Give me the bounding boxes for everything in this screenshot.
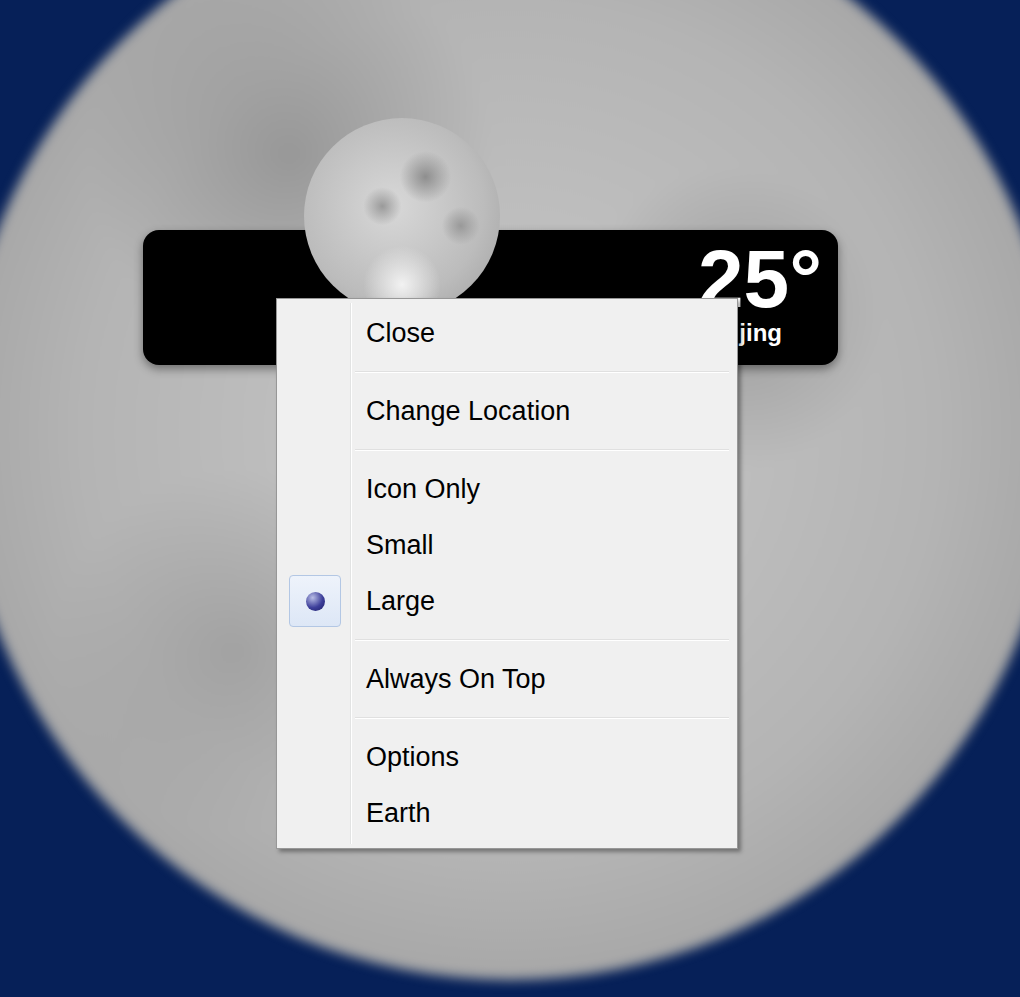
location: jing: [739, 320, 782, 346]
menu-item-label: Earth: [351, 798, 431, 829]
menu-item[interactable]: Always On Top: [279, 651, 735, 707]
desktop: 25°jingCloseChange LocationIcon OnlySmal…: [0, 0, 1020, 997]
menu-item-label: Options: [351, 742, 459, 773]
menu-item[interactable]: Small: [279, 517, 735, 573]
menu-separator: [355, 717, 729, 719]
menu-separator: [355, 371, 729, 373]
context-menu: Close Change Location Icon Only Small Large A…: [276, 298, 738, 849]
menu-item[interactable]: Earth: [279, 785, 735, 841]
menu-item[interactable]: Change Location: [279, 383, 735, 439]
menu-item-label: Always On Top: [351, 664, 546, 695]
menu-item-gutter: [279, 575, 351, 627]
menu-separator: [355, 639, 729, 641]
menu-item[interactable]: Large: [279, 573, 735, 629]
menu-separator: [355, 449, 729, 451]
menu-item-label: Change Location: [351, 396, 570, 427]
menu-item[interactable]: Options: [279, 729, 735, 785]
menu-gutter-line: [350, 303, 352, 844]
menu-item[interactable]: Close: [279, 305, 735, 361]
menu-item-label: Large: [351, 586, 435, 617]
menu-item[interactable]: Icon Only: [279, 461, 735, 517]
menu-item-label: Small: [351, 530, 434, 561]
menu-item-label: Icon Only: [351, 474, 480, 505]
menu-item-label: Close: [351, 318, 435, 349]
radio-check-icon: [289, 575, 341, 627]
moon-icon: [304, 118, 500, 314]
